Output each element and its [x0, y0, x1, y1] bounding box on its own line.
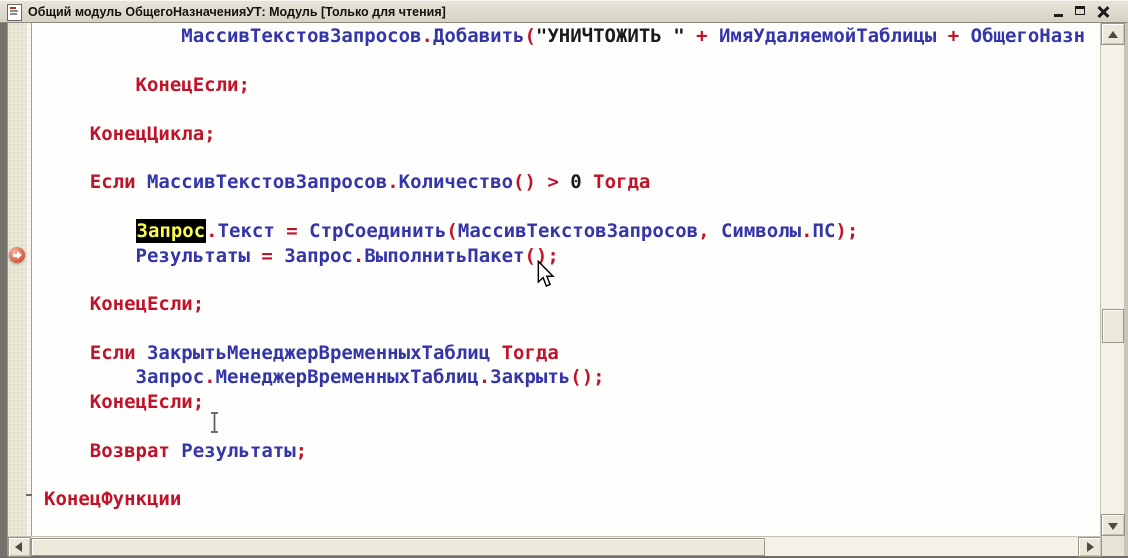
code-line: КонецЕсли;: [44, 390, 1100, 414]
scroll-right-button[interactable]: [1078, 537, 1102, 557]
horizontal-scroll-thumb[interactable]: [31, 538, 765, 556]
code-line: КонецФункции: [44, 487, 1100, 511]
minimize-icon: [1054, 14, 1063, 17]
code-line: Если МассивТекстовЗапросов.Количество() …: [44, 170, 1100, 194]
code-line: Возврат Результаты;: [44, 439, 1100, 463]
code-line: Результаты = Запрос.ВыполнитьПакет();: [44, 244, 1100, 268]
horizontal-scrollbar[interactable]: [8, 536, 1102, 556]
current-line-marker-icon: [9, 247, 25, 263]
window-frame-right: [1124, 23, 1128, 558]
code-line: КонецЦикла;: [44, 122, 1100, 146]
close-icon: [1097, 6, 1109, 18]
scroll-left-button[interactable]: [8, 537, 31, 557]
module-document-icon: [7, 4, 22, 21]
mouse-cursor-icon: [536, 260, 556, 288]
code-line: МассивТекстовЗапросов.Добавить("УНИЧТОЖИ…: [44, 24, 1100, 48]
vertical-scrollbar[interactable]: [1100, 23, 1124, 536]
code-line: КонецЕсли;: [44, 292, 1100, 316]
code-line: [44, 97, 1100, 121]
code-line: КонецЕсли;: [44, 73, 1100, 97]
code-line: [44, 195, 1100, 219]
scroll-up-button[interactable]: [1101, 23, 1125, 45]
close-button[interactable]: [1094, 4, 1112, 20]
maximize-button[interactable]: [1072, 4, 1090, 20]
text-caret-icon: [208, 411, 221, 434]
code-line: Запрос.МенеджерВременныхТаблиц.Закрыть()…: [44, 365, 1100, 389]
scroll-down-button[interactable]: [1101, 514, 1125, 536]
code-line: [44, 268, 1100, 292]
window-frame-left: [0, 23, 8, 558]
arrow-down-icon: [1108, 523, 1118, 530]
code-line: Запрос.Текст = СтрСоединить(МассивТексто…: [44, 219, 1100, 243]
code-line: [44, 146, 1100, 170]
code-line: [44, 463, 1100, 487]
code-line: [44, 317, 1100, 341]
module-editor-window: Общий модуль ОбщегоНазначенияУТ: Модуль …: [0, 0, 1128, 558]
arrow-left-icon: [15, 542, 22, 552]
arrow-right-icon: [1087, 542, 1094, 552]
maximize-icon: [1075, 6, 1085, 15]
titlebar[interactable]: Общий модуль ОбщегоНазначенияУТ: Модуль …: [0, 0, 1128, 23]
code-line: [44, 414, 1100, 438]
minimize-button[interactable]: [1050, 4, 1068, 20]
code-line: [44, 48, 1100, 72]
highlighted-word: Запрос: [136, 219, 207, 243]
code-editor[interactable]: МассивТекстовЗапросов.Добавить("УНИЧТОЖИ…: [32, 23, 1100, 536]
window-title: Общий модуль ОбщегоНазначенияУТ: Модуль …: [28, 5, 446, 19]
breakpoint-margin[interactable]: [8, 23, 27, 536]
vertical-scroll-thumb[interactable]: [1102, 309, 1124, 343]
arrow-up-icon: [1108, 31, 1118, 38]
code-line: Если ЗакрытьМенеджерВременныхТаблиц Тогд…: [44, 341, 1100, 365]
scrollbar-corner: [1102, 536, 1124, 556]
